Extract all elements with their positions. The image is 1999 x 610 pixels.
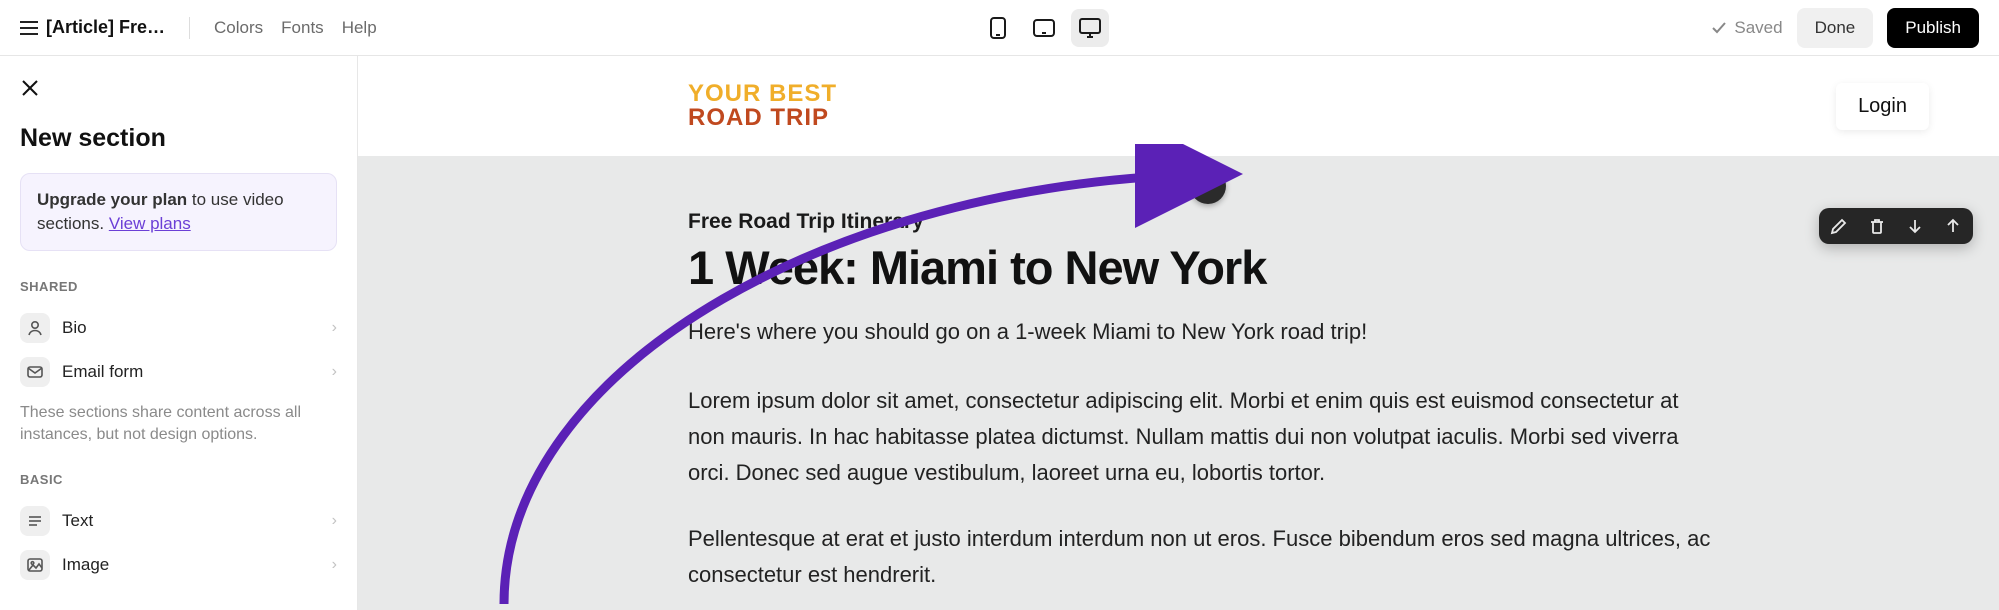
doc-title: [Article] Fre… — [46, 17, 165, 38]
upgrade-lead: Upgrade your plan — [37, 190, 187, 209]
move-up-button[interactable] — [1941, 214, 1965, 238]
chevron-right-icon: › — [332, 512, 337, 530]
arrow-up-icon — [1943, 216, 1963, 236]
device-mobile[interactable] — [979, 9, 1017, 47]
sidebar-title: New section — [20, 124, 337, 153]
mail-icon — [20, 357, 50, 387]
device-desktop[interactable] — [1071, 9, 1109, 47]
arrow-down-icon — [1905, 216, 1925, 236]
doc-menu[interactable]: [Article] Fre… — [20, 17, 165, 38]
tablet-icon — [1032, 18, 1056, 38]
chevron-right-icon: › — [332, 363, 337, 381]
user-icon — [20, 313, 50, 343]
topbar-right: Saved Done Publish — [1710, 8, 1979, 48]
sidebar-item-image[interactable]: Image › — [20, 543, 337, 587]
publish-button[interactable]: Publish — [1887, 8, 1979, 48]
article-kicker: Free Road Trip Itinerary — [688, 210, 1929, 234]
device-switcher — [395, 9, 1693, 47]
chevron-right-icon: › — [332, 556, 337, 574]
sidebar: New section Upgrade your plan to use vid… — [0, 56, 358, 610]
add-section-button[interactable]: + — [1190, 168, 1226, 204]
divider — [189, 17, 190, 39]
saved-indicator: Saved — [1710, 18, 1782, 38]
delete-button[interactable] — [1865, 214, 1889, 238]
sidebar-item-email-form[interactable]: Email form › — [20, 350, 337, 394]
saved-label: Saved — [1734, 18, 1782, 38]
menu-fonts[interactable]: Fonts — [281, 18, 324, 38]
main: New section Upgrade your plan to use vid… — [0, 56, 1999, 610]
sidebar-item-bio[interactable]: Bio › — [20, 306, 337, 350]
site-header: YOUR BEST ROAD TRIP Login — [358, 56, 1999, 156]
move-down-button[interactable] — [1903, 214, 1927, 238]
chevron-right-icon: › — [332, 319, 337, 337]
shared-note: These sections share content across all … — [20, 402, 337, 447]
logo-line2: ROAD TRIP — [688, 106, 837, 130]
menu-help[interactable]: Help — [342, 18, 377, 38]
hamburger-icon — [20, 21, 38, 35]
topbar: [Article] Fre… Colors Fonts Help Saved D… — [0, 0, 1999, 56]
text-icon — [20, 506, 50, 536]
trash-icon — [1867, 216, 1887, 236]
image-icon — [20, 550, 50, 580]
article-section[interactable]: + Free Road Trip Itinerary 1 Week: Miami… — [358, 156, 1999, 610]
group-shared-label: SHARED — [20, 279, 337, 294]
view-plans-link[interactable]: View plans — [109, 214, 191, 233]
article-body-paragraph: Lorem ipsum dolor sit amet, consectetur … — [688, 383, 1718, 491]
sidebar-item-label: Bio — [62, 318, 87, 338]
desktop-icon — [1078, 17, 1102, 39]
topbar-left: [Article] Fre… Colors Fonts Help — [20, 17, 377, 39]
canvas: YOUR BEST ROAD TRIP Login + Free Road Tr… — [358, 56, 1999, 610]
article-body-paragraph: Pellentesque at erat et justo interdum i… — [688, 521, 1718, 593]
device-tablet[interactable] — [1025, 9, 1063, 47]
site-preview: YOUR BEST ROAD TRIP Login + Free Road Tr… — [358, 56, 1999, 610]
article-lede: Here's where you should go on a 1-week M… — [688, 319, 1929, 345]
sidebar-item-text[interactable]: Text › — [20, 499, 337, 543]
edit-button[interactable] — [1827, 214, 1851, 238]
pencil-icon — [1829, 216, 1849, 236]
site-logo[interactable]: YOUR BEST ROAD TRIP — [688, 82, 837, 130]
upgrade-callout: Upgrade your plan to use video sections.… — [20, 173, 337, 251]
section-toolbar — [1819, 208, 1973, 244]
sidebar-item-label: Email form — [62, 362, 143, 382]
close-icon[interactable] — [20, 78, 40, 98]
logo-line1: YOUR BEST — [688, 82, 837, 106]
done-button[interactable]: Done — [1797, 8, 1874, 48]
sidebar-item-label: Image — [62, 555, 109, 575]
sidebar-item-label: Text — [62, 511, 93, 531]
check-icon — [1710, 19, 1728, 37]
menu-colors[interactable]: Colors — [214, 18, 263, 38]
group-basic-label: BASIC — [20, 472, 337, 487]
article-headline: 1 Week: Miami to New York — [688, 240, 1929, 295]
mobile-icon — [989, 16, 1007, 40]
login-button[interactable]: Login — [1836, 83, 1929, 130]
